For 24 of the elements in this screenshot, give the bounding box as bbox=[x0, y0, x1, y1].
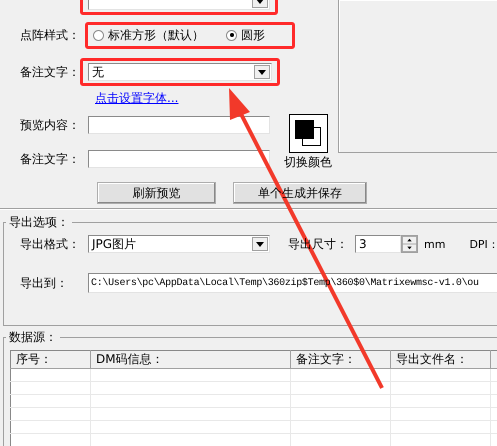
refresh-preview-button[interactable]: 刷新预览 bbox=[97, 182, 216, 204]
field-label: 导出到： bbox=[20, 274, 69, 292]
font-settings-link[interactable]: 点击设置字体... bbox=[95, 90, 178, 106]
field-label: 导出格式： bbox=[20, 236, 81, 252]
unit-label: mm bbox=[424, 238, 446, 250]
swatch-label: 切换颜色 bbox=[284, 154, 332, 171]
group-title: 导出选项： bbox=[8, 214, 70, 231]
size-input[interactable]: 3 bbox=[355, 235, 401, 253]
format-dropdown[interactable]: JPG图片 bbox=[88, 235, 270, 253]
field-label: DPI： bbox=[469, 236, 497, 252]
column-header[interactable]: 备注文字： bbox=[290, 350, 390, 368]
group-title: 数据源： bbox=[8, 329, 58, 346]
remark-dropdown[interactable]: 无 bbox=[88, 63, 272, 81]
radio-label: 圆形 bbox=[241, 26, 265, 44]
dropdown-value: JPG图片 bbox=[92, 236, 136, 252]
column-header[interactable]: DM码信息： bbox=[90, 350, 290, 368]
column-header[interactable]: 序号： bbox=[10, 350, 90, 368]
radio-option[interactable]: 圆形 bbox=[226, 26, 265, 44]
column-header[interactable]: 导出文件名： bbox=[390, 350, 490, 368]
field-label: 备注文字： bbox=[20, 64, 81, 80]
field-label: 备注文字： bbox=[20, 150, 81, 168]
field-label: 预览内容： bbox=[20, 116, 81, 134]
field-label: 点阵样式： bbox=[20, 26, 81, 44]
dropdown-value: 无 bbox=[92, 64, 104, 80]
